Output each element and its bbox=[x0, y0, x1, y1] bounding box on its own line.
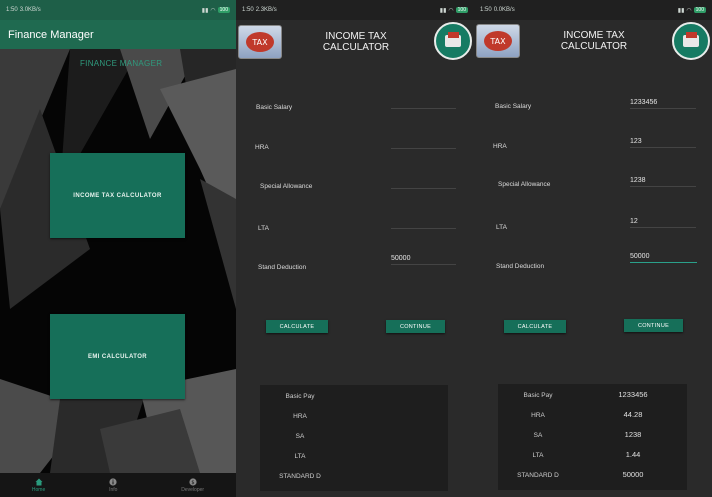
nav-developer-label: Developer bbox=[181, 486, 205, 493]
special-allowance-input[interactable]: 1238 bbox=[630, 174, 696, 187]
result-hra-label: HRA bbox=[531, 412, 545, 419]
wifi-icon: ◠ bbox=[448, 7, 454, 14]
tax-logo-icon: TAX bbox=[238, 25, 282, 59]
nav-info-label: Info bbox=[109, 486, 118, 493]
standard-deduction-input[interactable]: 50000 bbox=[630, 250, 697, 263]
calculator-screen-empty: 1:50 2.3KB/s ▮▮ ◠ 100 TAX INCOME TAX CAL… bbox=[236, 0, 474, 497]
special-allowance-label: Special Allowance bbox=[498, 181, 551, 188]
bottom-navigation: Home Info $ Developer bbox=[0, 473, 236, 497]
app-bar: Finance Manager bbox=[0, 20, 236, 49]
special-allowance-input[interactable] bbox=[391, 176, 456, 189]
result-panel: Basic Pay HRA SA LTA STANDARD D bbox=[260, 385, 448, 491]
developer-icon: $ bbox=[189, 477, 197, 486]
emi-button-label: EMI CALCULATOR bbox=[87, 353, 148, 360]
home-screen: 1:50 3.0KB/s ▮▮ ◠ 100 Finance Manager FI… bbox=[0, 0, 236, 497]
basic-salary-label: Basic Salary bbox=[495, 103, 532, 110]
title-line-1: INCOME TAX bbox=[325, 31, 387, 42]
hra-label: HRA bbox=[493, 143, 507, 150]
title-line-2: CALCULATOR bbox=[322, 42, 390, 53]
result-hra-label: HRA bbox=[293, 413, 307, 420]
lta-input[interactable]: 12 bbox=[630, 215, 696, 228]
result-std-label: STANDARD D bbox=[279, 473, 321, 480]
title-line-2: CALCULATOR bbox=[560, 41, 628, 52]
signal-icon: ▮▮ bbox=[439, 7, 447, 14]
standard-deduction-label: Stand Deduction bbox=[496, 263, 545, 270]
svg-text:$: $ bbox=[191, 480, 194, 486]
status-speed: 3.0KB/s bbox=[19, 7, 41, 13]
status-speed: 0.0KB/s bbox=[493, 7, 515, 13]
lta-label: LTA bbox=[496, 224, 507, 231]
signal-icon: ▮▮ bbox=[201, 7, 209, 14]
status-time: 1:50 bbox=[6, 7, 18, 13]
result-std-label: STANDARD D bbox=[517, 472, 559, 479]
hra-label: HRA bbox=[255, 144, 269, 151]
background-graphic bbox=[0, 49, 236, 473]
result-sa-label: SA bbox=[295, 433, 305, 440]
status-speed: 2.3KB/s bbox=[255, 7, 277, 13]
status-time: 1:50 bbox=[242, 7, 254, 13]
calculator-title: INCOME TAX CALCULATOR bbox=[534, 30, 654, 52]
calculator-screen-filled: 1:50 0.0KB/s ▮▮ ◠ 100 TAX INCOME TAX CAL… bbox=[474, 0, 712, 497]
wifi-icon: ◠ bbox=[210, 7, 216, 14]
status-time: 1:50 bbox=[480, 7, 492, 13]
calculate-button[interactable]: CALCULATE bbox=[504, 320, 566, 333]
status-bar: 1:50 2.3KB/s ▮▮ ◠ 100 bbox=[236, 0, 474, 20]
standard-deduction-input[interactable]: 50000 bbox=[391, 252, 456, 265]
result-basic-label: Basic Pay bbox=[523, 392, 553, 399]
status-bar: 1:50 0.0KB/s ▮▮ ◠ 100 bbox=[474, 0, 712, 20]
calculate-button[interactable]: CALCULATE bbox=[266, 320, 328, 333]
basic-salary-input[interactable]: 1233456 bbox=[630, 96, 696, 109]
info-icon bbox=[109, 477, 117, 486]
result-basic-label: Basic Pay bbox=[285, 393, 315, 400]
lta-label: LTA bbox=[258, 225, 269, 232]
continue-button[interactable]: CONTINUE bbox=[624, 319, 683, 332]
status-bar: 1:50 3.0KB/s ▮▮ ◠ 100 bbox=[0, 0, 236, 20]
hra-input[interactable] bbox=[391, 136, 456, 149]
signal-icon: ▮▮ bbox=[677, 7, 685, 14]
nav-home-label: Home bbox=[31, 486, 46, 493]
result-lta-label: LTA bbox=[294, 453, 306, 460]
standard-deduction-label: Stand Deduction bbox=[258, 264, 307, 271]
svg-text:TAX: TAX bbox=[251, 38, 268, 47]
battery-icon: 100 bbox=[217, 7, 230, 13]
nav-item-developer[interactable]: $ Developer bbox=[181, 477, 205, 493]
income-tax-button-label: INCOME TAX CALCULATOR bbox=[73, 192, 162, 199]
calculator-title: INCOME TAX CALCULATOR bbox=[296, 31, 416, 53]
battery-icon: 100 bbox=[693, 7, 706, 13]
basic-salary-input[interactable] bbox=[391, 96, 456, 109]
result-panel: Basic Pay 1233456 HRA 44.28 SA 1238 LTA … bbox=[498, 384, 687, 490]
special-allowance-label: Special Allowance bbox=[260, 183, 313, 190]
result-sa-label: SA bbox=[533, 432, 543, 439]
result-lta-label: LTA bbox=[532, 452, 544, 459]
emi-calculator-button[interactable]: EMI CALCULATOR bbox=[50, 314, 185, 399]
nav-item-home[interactable]: Home bbox=[32, 478, 45, 493]
nav-item-info[interactable]: Info bbox=[109, 477, 118, 493]
lta-input[interactable] bbox=[391, 216, 456, 229]
continue-button[interactable]: CONTINUE bbox=[386, 320, 445, 333]
basic-salary-label: Basic Salary bbox=[256, 104, 293, 111]
tax-logo-icon: TAX bbox=[476, 24, 520, 58]
home-heading: FINANCE MANAGER bbox=[80, 59, 163, 68]
result-sa-value: 1238 bbox=[624, 430, 642, 439]
wifi-icon: ◠ bbox=[686, 7, 692, 14]
home-icon bbox=[35, 478, 43, 486]
title-line-1: INCOME TAX bbox=[563, 30, 625, 41]
result-basic-value: 1233456 bbox=[618, 390, 648, 399]
result-lta-value: 1.44 bbox=[625, 450, 641, 459]
wallet-logo-icon bbox=[672, 22, 710, 60]
result-std-value: 50000 bbox=[622, 470, 644, 479]
result-hra-value: 44.28 bbox=[623, 410, 643, 419]
svg-text:TAX: TAX bbox=[489, 37, 506, 46]
income-tax-calculator-button[interactable]: INCOME TAX CALCULATOR bbox=[50, 153, 185, 238]
app-title: Finance Manager bbox=[8, 28, 94, 41]
wallet-logo-icon bbox=[434, 22, 472, 60]
battery-icon: 100 bbox=[455, 7, 468, 13]
hra-input[interactable]: 123 bbox=[630, 135, 696, 148]
